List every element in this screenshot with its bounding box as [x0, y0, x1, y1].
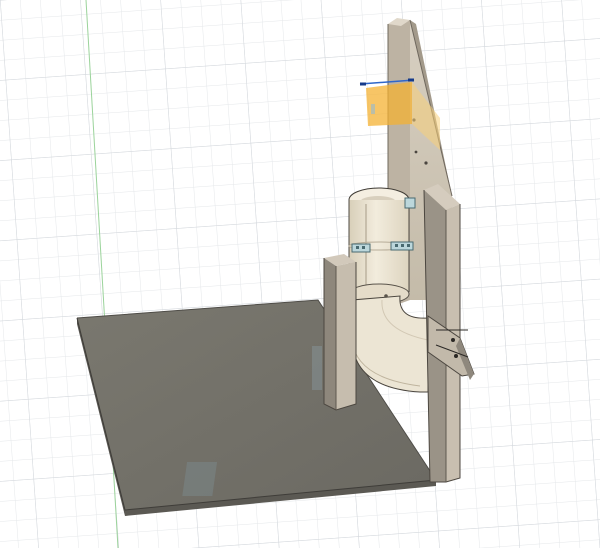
- left-post[interactable]: [323, 254, 357, 411]
- drum-clip-right[interactable]: [390, 241, 414, 251]
- plate-shadow-mid: [312, 346, 322, 390]
- sketch-marker: [371, 104, 375, 114]
- mount-hole: [414, 150, 418, 154]
- plate-shadow-left: [182, 462, 218, 496]
- canvas-3d[interactable]: [0, 0, 600, 548]
- mount-hole: [424, 161, 428, 165]
- drum-clip-top[interactable]: [404, 197, 416, 209]
- drum-clip-left[interactable]: [351, 243, 371, 253]
- design-viewport[interactable]: [0, 0, 600, 548]
